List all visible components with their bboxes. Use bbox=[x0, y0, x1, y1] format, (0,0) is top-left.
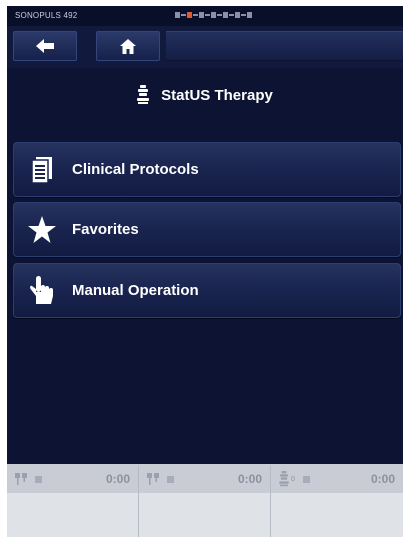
arrow-left-icon bbox=[36, 39, 54, 53]
document-list-icon bbox=[22, 150, 62, 190]
electrode-icon bbox=[15, 473, 27, 485]
menu-item-manual-operation[interactable]: Manual Operation bbox=[13, 263, 401, 318]
nav-bar bbox=[7, 26, 403, 68]
channel-time: 0:00 bbox=[105, 472, 130, 486]
channel-separator bbox=[181, 14, 186, 16]
channel-slot-1[interactable]: 0:00 bbox=[7, 465, 139, 537]
hand-pointer-icon bbox=[22, 271, 62, 311]
channel-status-square bbox=[302, 475, 310, 483]
channel-separator bbox=[217, 14, 222, 16]
ultrasound-head-icon bbox=[279, 471, 289, 487]
channel-slot-header: 0:00 bbox=[139, 465, 270, 493]
menu-item-favorites[interactable]: Favorites bbox=[13, 202, 401, 257]
page-title: StatUS Therapy bbox=[161, 86, 273, 104]
channel-indicator-active bbox=[187, 12, 192, 18]
home-icon bbox=[120, 38, 136, 54]
channel-time: 0:00 bbox=[370, 472, 395, 486]
channel-indicator bbox=[223, 12, 228, 18]
nav-bar-filler bbox=[166, 31, 403, 61]
channel-separator bbox=[229, 14, 234, 16]
ultrasound-head-icon bbox=[137, 85, 150, 104]
channel-slot-header: 0 0:00 bbox=[271, 465, 403, 493]
menu-item-label: Clinical Protocols bbox=[72, 161, 199, 178]
channel-slot-header: 0:00 bbox=[7, 465, 138, 493]
channel-separator bbox=[241, 14, 246, 16]
channel-panel: 0:00 0:00 0 0:00 bbox=[7, 464, 403, 537]
menu-item-label: Manual Operation bbox=[72, 282, 199, 299]
channel-separator bbox=[205, 14, 210, 16]
status-bar: SONOPULS 492 bbox=[7, 6, 403, 26]
channel-slot-2[interactable]: 0:00 bbox=[139, 465, 271, 537]
device-name: SONOPULS 492 bbox=[15, 11, 78, 20]
page-title-row: StatUS Therapy bbox=[7, 82, 403, 108]
channel-indicator-strip bbox=[175, 11, 253, 19]
channel-indicator bbox=[211, 12, 216, 18]
channel-tag: 0 bbox=[291, 475, 295, 483]
channel-status-square bbox=[167, 475, 174, 483]
menu-item-clinical-protocols[interactable]: Clinical Protocols bbox=[13, 142, 401, 197]
menu-item-label: Favorites bbox=[72, 221, 139, 238]
channel-indicator bbox=[199, 12, 204, 18]
back-button[interactable] bbox=[13, 31, 77, 61]
channel-time: 0:00 bbox=[237, 472, 262, 486]
home-button[interactable] bbox=[96, 31, 160, 61]
device-screen: SONOPULS 492 StatUS Therapy Clinical Pro… bbox=[7, 6, 403, 537]
channel-indicator bbox=[247, 12, 252, 18]
electrode-icon bbox=[147, 473, 159, 485]
channel-separator bbox=[193, 14, 198, 16]
channel-status-square bbox=[35, 475, 42, 483]
channel-indicator bbox=[235, 12, 240, 18]
channel-indicator bbox=[175, 12, 180, 18]
channel-slot-3[interactable]: 0 0:00 bbox=[271, 465, 403, 537]
star-icon bbox=[22, 210, 62, 250]
